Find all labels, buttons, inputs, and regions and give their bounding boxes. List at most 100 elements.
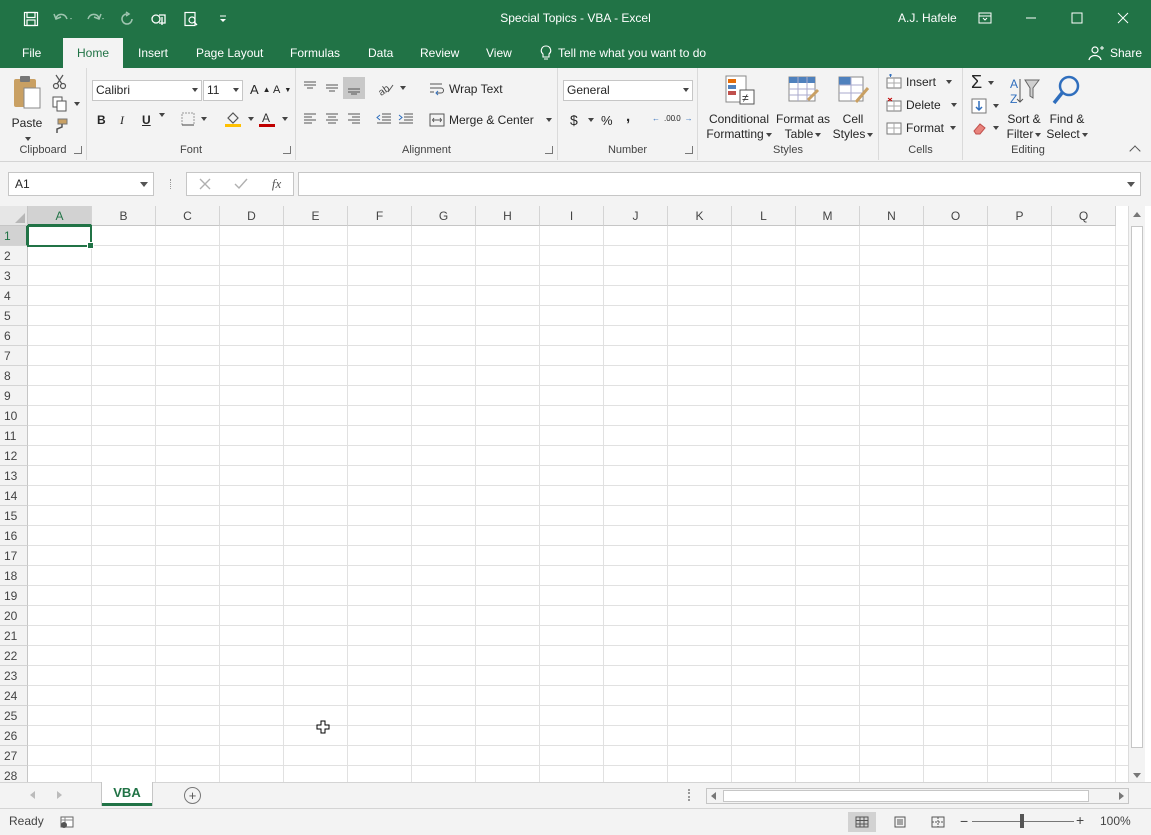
italic-button[interactable]: I [120, 113, 124, 128]
row-header-16[interactable]: 16 [0, 526, 28, 546]
tab-formulas[interactable]: Formulas [278, 38, 352, 68]
zoom-out-button[interactable]: − [960, 813, 968, 829]
row-header-11[interactable]: 11 [0, 426, 28, 446]
formula-bar-splitter[interactable] [170, 179, 172, 189]
row-header-18[interactable]: 18 [0, 566, 28, 586]
column-header-d[interactable]: D [220, 206, 284, 226]
comma-button[interactable]: , [626, 108, 630, 125]
number-launcher[interactable] [685, 146, 693, 154]
middle-align-button[interactable] [324, 80, 340, 94]
fill-button[interactable] [971, 98, 999, 114]
column-header-f[interactable]: F [348, 206, 412, 226]
copy-button[interactable] [52, 96, 80, 112]
currency-button[interactable]: $ [570, 112, 594, 128]
orientation-button[interactable]: ab [376, 80, 406, 96]
column-header-o[interactable]: O [924, 206, 988, 226]
autosum-button[interactable]: Σ [971, 72, 995, 93]
column-header-h[interactable]: H [476, 206, 540, 226]
tab-insert[interactable]: Insert [126, 38, 180, 68]
alignment-launcher[interactable] [545, 146, 553, 154]
scroll-up-icon[interactable] [1133, 212, 1141, 217]
column-header-q[interactable]: Q [1052, 206, 1116, 226]
cut-button[interactable] [52, 74, 68, 90]
tell-me-search[interactable]: Tell me what you want to do [540, 38, 706, 68]
collapse-ribbon-icon[interactable] [1129, 145, 1141, 157]
row-header-25[interactable]: 25 [0, 706, 28, 726]
prev-sheet-icon[interactable] [30, 791, 35, 799]
worksheet-grid[interactable]: ABCDEFGHIJKLMNOPQ 1 2 3 4 5 6 7 8 9 10 11 12 13 14 15 1… [0, 206, 1128, 782]
row-header-1[interactable]: 1 [0, 226, 28, 246]
row-header-26[interactable]: 26 [0, 726, 28, 746]
horizontal-scrollbar[interactable] [706, 788, 1129, 804]
clipboard-launcher[interactable] [74, 146, 82, 154]
maximize-button[interactable] [1054, 0, 1100, 36]
row-header-10[interactable]: 10 [0, 406, 28, 426]
tab-view[interactable]: View [474, 38, 524, 68]
name-box[interactable]: A1 [8, 172, 154, 196]
insert-cells-button[interactable]: Insert [886, 74, 953, 90]
clear-button[interactable] [971, 120, 999, 136]
row-header-14[interactable]: 14 [0, 486, 28, 506]
row-header-24[interactable]: 24 [0, 686, 28, 706]
row-header-13[interactable]: 13 [0, 466, 28, 486]
next-sheet-icon[interactable] [57, 791, 62, 799]
cancel-icon[interactable] [199, 178, 211, 190]
fill-color-button[interactable] [224, 110, 254, 128]
column-header-e[interactable]: E [284, 206, 348, 226]
normal-view-button[interactable] [848, 812, 876, 832]
row-header-23[interactable]: 23 [0, 666, 28, 686]
row-header-9[interactable]: 9 [0, 386, 28, 406]
tab-page-layout[interactable]: Page Layout [184, 38, 275, 68]
format-as-table-button[interactable]: Format as Table [774, 74, 832, 142]
row-header-5[interactable]: 5 [0, 306, 28, 326]
align-right-button[interactable] [346, 112, 362, 126]
underline-button[interactable]: U [142, 113, 151, 127]
column-header-k[interactable]: K [668, 206, 732, 226]
active-cell-a1[interactable] [27, 225, 94, 249]
row-header-2[interactable]: 2 [0, 246, 28, 266]
select-all-button[interactable] [0, 206, 28, 226]
row-header-15[interactable]: 15 [0, 506, 28, 526]
sort-filter-button[interactable]: AZ Sort & Filter [1003, 74, 1045, 142]
row-header-12[interactable]: 12 [0, 446, 28, 466]
bold-button[interactable]: B [97, 113, 106, 127]
row-header-28[interactable]: 28 [0, 766, 28, 782]
share-button[interactable]: Share [1088, 38, 1142, 68]
column-header-j[interactable]: J [604, 206, 668, 226]
font-size-combo[interactable]: 11 [203, 80, 243, 101]
row-header-17[interactable]: 17 [0, 546, 28, 566]
row-header-27[interactable]: 27 [0, 746, 28, 766]
sheet-tab-vba[interactable]: VBA [102, 782, 152, 806]
column-header-m[interactable]: M [796, 206, 860, 226]
zoom-slider-thumb[interactable] [1020, 814, 1024, 828]
align-center-button[interactable] [324, 112, 340, 126]
column-header-n[interactable]: N [860, 206, 924, 226]
borders-button[interactable] [181, 112, 207, 126]
cell-styles-button[interactable]: Cell Styles [832, 74, 874, 142]
expand-formula-bar-icon[interactable] [1127, 182, 1135, 187]
top-align-button[interactable] [302, 80, 318, 94]
increase-font-button[interactable]: A ▲ [250, 82, 271, 97]
row-header-7[interactable]: 7 [0, 346, 28, 366]
row-header-4[interactable]: 4 [0, 286, 28, 306]
font-color-button[interactable]: A [258, 110, 288, 128]
new-sheet-button[interactable]: + [184, 787, 201, 804]
horizontal-scroll-thumb[interactable] [723, 790, 1089, 802]
font-name-combo[interactable]: Calibri [92, 80, 202, 101]
column-header-a[interactable]: A [28, 206, 92, 226]
number-format-combo[interactable]: General [563, 80, 693, 101]
enter-check-icon[interactable] [234, 178, 248, 190]
ribbon-display-options-button[interactable] [962, 0, 1008, 36]
underline-dropdown[interactable] [157, 113, 165, 117]
decrease-indent-button[interactable] [375, 112, 393, 126]
align-left-button[interactable] [302, 112, 318, 126]
format-painter-button[interactable] [52, 118, 68, 134]
column-header-i[interactable]: I [540, 206, 604, 226]
tab-review[interactable]: Review [408, 38, 471, 68]
decrease-decimal-button[interactable]: .0 → [674, 114, 693, 123]
bottom-align-button[interactable] [343, 77, 365, 99]
zoom-in-button[interactable]: + [1076, 812, 1084, 828]
zoom-percent[interactable]: 100% [1100, 814, 1131, 828]
delete-cells-button[interactable]: Delete [886, 97, 957, 113]
scroll-left-icon[interactable] [711, 792, 716, 800]
